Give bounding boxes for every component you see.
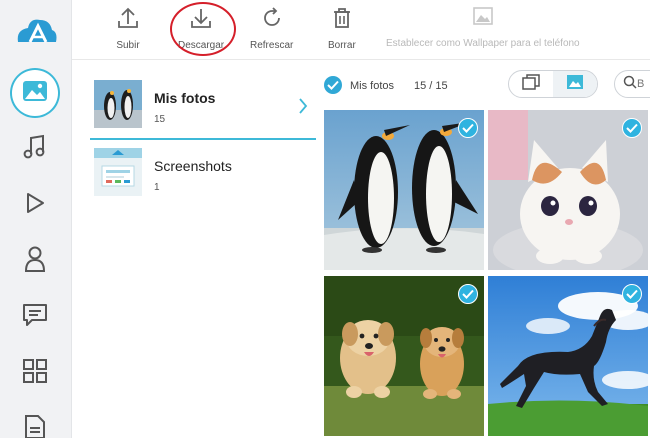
photo-cat[interactable] xyxy=(488,110,648,270)
app-logo-icon xyxy=(12,12,60,52)
photo-puppies[interactable] xyxy=(324,276,484,436)
nav-music[interactable] xyxy=(10,124,60,174)
photo-selected-check[interactable] xyxy=(458,284,478,304)
album-name: Mis fotos xyxy=(154,90,216,106)
set-wallpaper-button[interactable]: Establecer como Wallpaper para el teléfo… xyxy=(386,6,580,49)
photo-penguins[interactable] xyxy=(324,110,484,270)
album-list: Mis fotos 15 Screenshots 1 xyxy=(90,74,316,210)
stack-view-icon xyxy=(522,73,540,95)
nav-videos[interactable] xyxy=(10,180,60,230)
select-all-checkbox[interactable] xyxy=(324,76,342,94)
refresh-button[interactable]: Refrescar xyxy=(250,6,293,51)
refresh-icon xyxy=(260,6,284,35)
nav-messages[interactable] xyxy=(10,292,60,342)
album-item-mis-fotos[interactable]: Mis fotos 15 xyxy=(90,74,316,140)
messages-icon xyxy=(22,303,48,332)
refresh-label: Refrescar xyxy=(250,40,294,51)
photo-horse[interactable] xyxy=(488,276,648,436)
album-thumbnail xyxy=(94,80,142,128)
apps-icon xyxy=(23,358,47,388)
album-count: 1 xyxy=(154,182,160,193)
wallpaper-icon xyxy=(472,6,494,33)
upload-label: Subir xyxy=(116,40,140,51)
nav-contacts[interactable] xyxy=(10,236,60,286)
search-input[interactable] xyxy=(637,78,650,90)
delete-label: Borrar xyxy=(328,40,356,51)
wallpaper-label: Establecer como Wallpaper para el teléfo… xyxy=(386,38,580,49)
grid-title: Mis fotos xyxy=(350,80,395,92)
photo-selected-check[interactable] xyxy=(622,284,642,304)
image-view-icon xyxy=(566,74,584,95)
search-icon xyxy=(623,75,637,94)
photo-grid-header: Mis fotos 15 / 15 xyxy=(322,70,650,104)
delete-icon xyxy=(330,6,354,35)
nav-photos[interactable] xyxy=(10,68,60,118)
search-box[interactable] xyxy=(614,70,650,98)
photos-icon xyxy=(22,80,48,107)
album-thumbnail xyxy=(94,148,142,196)
album-name: Screenshots xyxy=(154,158,232,174)
sidebar xyxy=(0,0,72,438)
upload-icon xyxy=(116,6,140,35)
photo-selected-check[interactable] xyxy=(622,118,642,138)
nav-apps[interactable] xyxy=(10,348,60,398)
grid-view-button[interactable] xyxy=(553,71,597,97)
contacts-icon xyxy=(24,245,46,278)
music-icon xyxy=(23,134,47,165)
view-toggle xyxy=(508,70,598,98)
download-highlight-ring xyxy=(170,2,236,56)
upload-button[interactable]: Subir xyxy=(116,6,140,51)
album-count: 15 xyxy=(154,114,166,125)
list-view-button[interactable] xyxy=(509,71,553,97)
files-icon xyxy=(24,414,46,438)
delete-button[interactable]: Borrar xyxy=(328,6,356,51)
video-icon xyxy=(24,191,46,220)
toolbar: Subir Descargar Refrescar Borrar Estable… xyxy=(72,0,650,60)
album-item-screenshots[interactable]: Screenshots 1 xyxy=(90,142,316,208)
chevron-right-icon xyxy=(298,98,308,119)
nav-files[interactable] xyxy=(10,404,60,438)
selection-count: 15 / 15 xyxy=(414,80,448,92)
photo-selected-check[interactable] xyxy=(458,118,478,138)
